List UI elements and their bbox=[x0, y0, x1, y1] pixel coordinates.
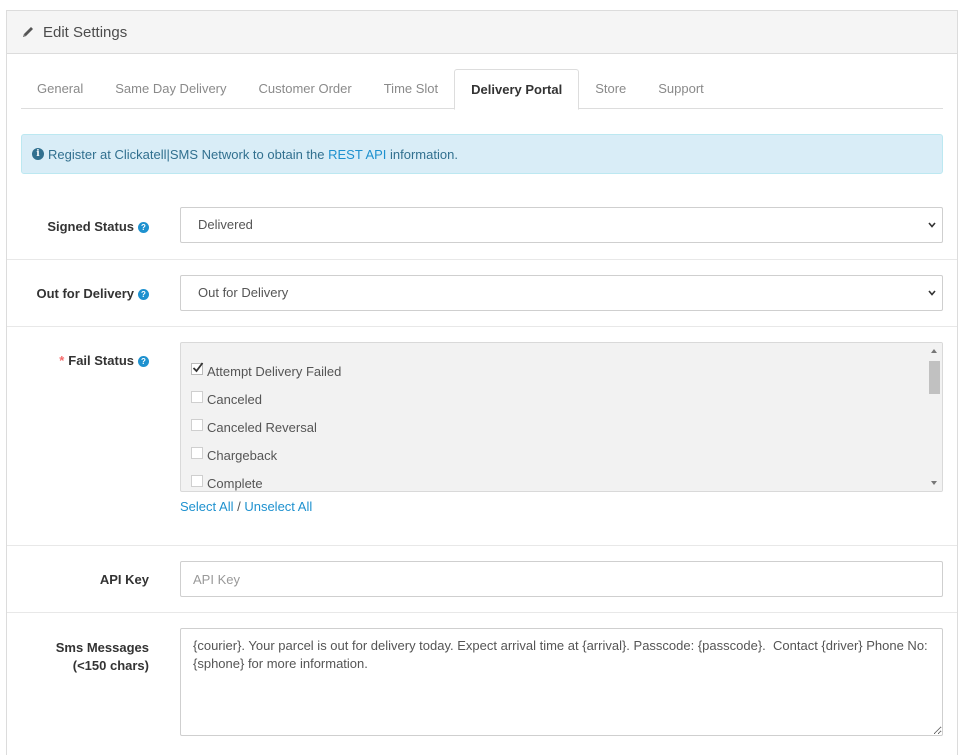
list-item[interactable]: Chargeback bbox=[181, 441, 942, 469]
api-key-label: API Key bbox=[99, 572, 149, 587]
list-item[interactable]: Canceled Reversal bbox=[181, 413, 942, 441]
unselect-all-link[interactable]: Unselect All bbox=[244, 499, 312, 514]
panel-heading: Edit Settings bbox=[7, 11, 957, 54]
select-links: Select All / Unselect All bbox=[180, 499, 313, 514]
fail-status-row: * Fail Status? Attempt Delivery Failed Ca… bbox=[7, 326, 957, 545]
list-item[interactable]: Complete bbox=[181, 469, 942, 491]
checkbox[interactable] bbox=[191, 475, 203, 487]
question-circle-icon[interactable]: ? bbox=[138, 222, 149, 233]
api-key-input[interactable] bbox=[180, 561, 943, 597]
tab-customer-order[interactable]: Customer Order bbox=[243, 69, 368, 109]
list-item[interactable]: Attempt Delivery Failed bbox=[181, 357, 942, 385]
info-circle-icon: i bbox=[32, 148, 44, 160]
signed-status-label: Signed Status? bbox=[47, 219, 149, 234]
question-circle-icon[interactable]: ? bbox=[138, 289, 149, 300]
signed-status-row: Signed Status? Delivered bbox=[7, 191, 957, 259]
signed-status-select[interactable]: Delivered bbox=[180, 207, 943, 243]
scroll-up-icon[interactable] bbox=[931, 349, 937, 353]
list-item[interactable]: Canceled bbox=[181, 385, 942, 413]
chevron-down-icon bbox=[928, 222, 936, 228]
scrollbar-thumb[interactable] bbox=[929, 361, 940, 394]
out-for-delivery-row: Out for Delivery? Out for Delivery bbox=[7, 259, 957, 326]
signed-status-value: Delivered bbox=[198, 217, 253, 232]
settings-tabs: General Same Day Delivery Customer Order… bbox=[21, 69, 943, 110]
tab-same-day-delivery[interactable]: Same Day Delivery bbox=[99, 69, 242, 109]
info-alert: i Register at Clickatell|SMS Network to … bbox=[21, 134, 943, 174]
tab-store[interactable]: Store bbox=[579, 69, 642, 109]
tab-delivery-portal[interactable]: Delivery Portal bbox=[454, 69, 580, 110]
fail-status-checklist[interactable]: Attempt Delivery Failed Canceled Cancele… bbox=[180, 342, 943, 492]
tab-time-slot[interactable]: Time Slot bbox=[368, 69, 454, 109]
alert-text-suffix: information. bbox=[386, 146, 458, 162]
api-key-row: API Key bbox=[7, 545, 957, 612]
alert-text-prefix: Register at Clickatell|SMS Network to ob… bbox=[48, 146, 329, 162]
out-for-delivery-value: Out for Delivery bbox=[198, 285, 289, 300]
settings-panel: Edit Settings General Same Day Delivery … bbox=[6, 10, 958, 755]
sms-messages-label: Sms Messages (<150 chars) bbox=[55, 640, 149, 673]
scrollbar[interactable] bbox=[927, 343, 942, 491]
panel-title: Edit Settings bbox=[43, 23, 128, 41]
checkbox-checked[interactable] bbox=[191, 362, 204, 375]
chevron-down-icon bbox=[928, 290, 936, 296]
sms-messages-row: Sms Messages (<150 chars) {courier}. You… bbox=[7, 612, 957, 755]
checkbox[interactable] bbox=[191, 419, 203, 431]
scroll-down-icon[interactable] bbox=[931, 481, 937, 485]
required-marker: * bbox=[59, 353, 65, 368]
pencil-icon bbox=[23, 27, 33, 37]
tab-general[interactable]: General bbox=[21, 69, 99, 109]
checkbox[interactable] bbox=[191, 447, 203, 459]
rest-api-link[interactable]: REST API bbox=[328, 147, 386, 162]
sms-messages-textarea[interactable]: {courier}. Your parcel is out for delive… bbox=[180, 628, 943, 736]
out-for-delivery-select[interactable]: Out for Delivery bbox=[180, 275, 943, 311]
select-all-link[interactable]: Select All bbox=[180, 499, 233, 514]
question-circle-icon[interactable]: ? bbox=[138, 356, 149, 367]
tab-support[interactable]: Support bbox=[642, 69, 720, 109]
out-for-delivery-label: Out for Delivery? bbox=[36, 286, 149, 301]
checkbox[interactable] bbox=[191, 391, 203, 403]
fail-status-label: * Fail Status? bbox=[59, 353, 149, 368]
